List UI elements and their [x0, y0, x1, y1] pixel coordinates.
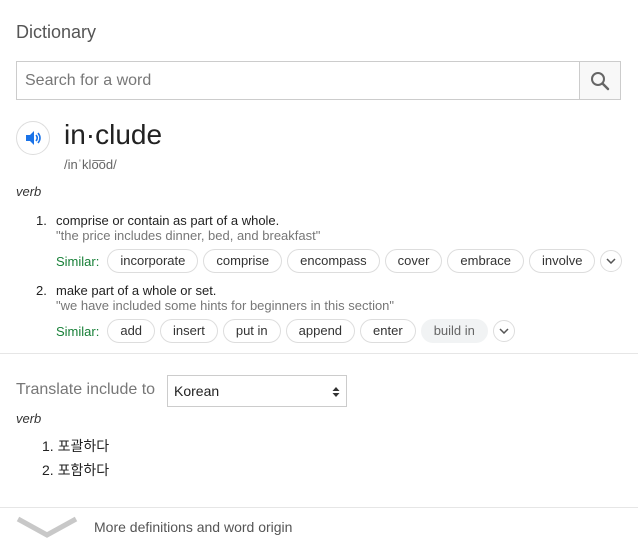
sense-example: "we have included some hints for beginne… — [56, 298, 395, 313]
sense-number: 1. — [36, 213, 47, 228]
search-button[interactable] — [579, 62, 620, 99]
headword: in·clude — [64, 119, 163, 150]
similar-chip[interactable]: incorporate — [107, 249, 199, 273]
sense-2: 2. make part of a whole or set. "we have… — [36, 283, 626, 345]
expand-similar-button[interactable] — [600, 250, 623, 272]
translation-number: 1. — [42, 438, 54, 454]
language-select-value: Korean — [174, 383, 220, 399]
expand-similar-button[interactable] — [492, 320, 515, 342]
similar-chip[interactable]: put in — [222, 319, 281, 343]
similar-chip[interactable]: build in — [420, 319, 488, 343]
translation-item: 1. 포괄하다 — [42, 436, 109, 456]
chevron-down-icon — [499, 328, 509, 334]
footer-divider — [0, 507, 638, 508]
similar-chip[interactable]: encompass — [287, 249, 380, 273]
similar-label: Similar: — [56, 323, 100, 339]
similar-row: Similar: add insert put in append enter … — [56, 319, 515, 343]
dictionary-card: Dictionary in·clude /inˈklo͞od/ verb 1. … — [0, 0, 638, 548]
search-bar — [16, 61, 621, 100]
translation-part-of-speech: verb — [16, 411, 42, 426]
phonetic: /inˈklo͞od/ — [64, 157, 117, 172]
similar-chip[interactable]: cover — [384, 249, 443, 273]
sense-definition: make part of a whole or set. — [56, 283, 217, 298]
similar-chip[interactable]: embrace — [447, 249, 524, 273]
translation-item: 2. 포함하다 — [42, 460, 109, 480]
similar-chip[interactable]: involve — [529, 249, 596, 273]
translate-label: Translate include to — [16, 381, 156, 398]
sense-definition: comprise or contain as part of a whole. — [56, 213, 280, 228]
similar-row: Similar: incorporate comprise encompass … — [56, 249, 623, 273]
translation-text: 포괄하다 — [57, 438, 110, 454]
sense-example: "the price includes dinner, bed, and bre… — [56, 228, 321, 243]
language-select[interactable]: Korean — [167, 375, 347, 407]
search-icon — [591, 71, 610, 90]
dictionary-title: Dictionary — [16, 22, 97, 42]
similar-label: Similar: — [56, 253, 100, 269]
search-input[interactable] — [17, 62, 579, 99]
similar-chip[interactable]: comprise — [203, 249, 283, 273]
sense-1: 1. comprise or contain as part of a whol… — [36, 213, 626, 275]
chevron-down-icon — [606, 258, 616, 264]
part-of-speech: verb — [16, 184, 42, 199]
chevron-down-icon — [16, 516, 78, 538]
more-definitions-label: More definitions and word origin — [94, 519, 293, 535]
speaker-icon — [26, 131, 41, 145]
similar-chip[interactable]: add — [107, 319, 156, 343]
sense-number: 2. — [36, 283, 47, 298]
translation-text: 포함하다 — [57, 462, 110, 478]
section-divider — [0, 353, 638, 354]
similar-chip[interactable]: append — [285, 319, 356, 343]
similar-chip[interactable]: enter — [360, 319, 416, 343]
translation-number: 2. — [42, 462, 54, 478]
pronunciation-button[interactable] — [16, 121, 50, 155]
select-arrows-icon — [332, 387, 340, 397]
similar-chip[interactable]: insert — [160, 319, 218, 343]
more-definitions-link[interactable]: More definitions and word origin — [16, 513, 292, 541]
